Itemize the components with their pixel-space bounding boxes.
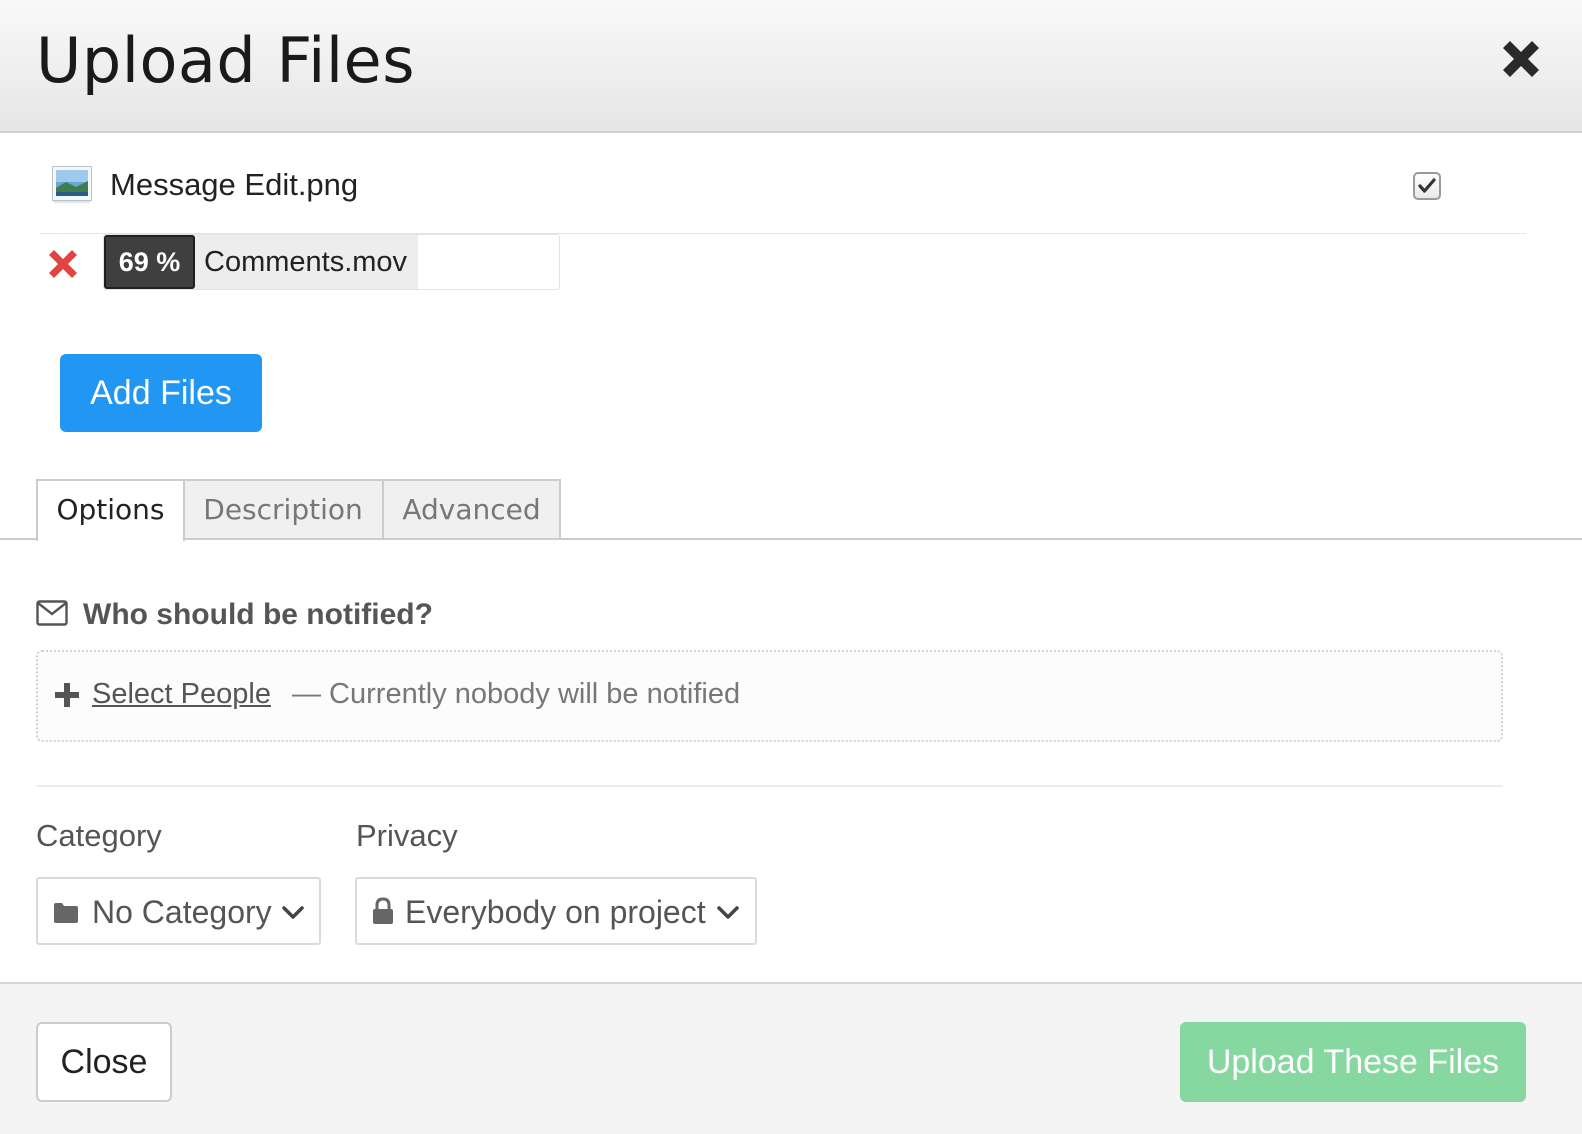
select-people-link[interactable]: Select People bbox=[92, 678, 271, 711]
add-files-button[interactable]: Add Files bbox=[60, 354, 262, 432]
dialog-header: Upload Files bbox=[0, 0, 1582, 133]
envelope-icon bbox=[36, 600, 68, 626]
privacy-selected-value: Everybody on project bbox=[405, 894, 706, 930]
close-button[interactable]: Close bbox=[36, 1022, 172, 1102]
notify-people-box: Select People — Currently nobody will be… bbox=[36, 650, 1503, 742]
dialog-title: Upload Files bbox=[36, 24, 415, 97]
upload-progress-bar: 69 % Comments.mov bbox=[103, 234, 560, 290]
privacy-select[interactable]: Everybody on project bbox=[355, 877, 757, 945]
category-label: Category bbox=[36, 818, 162, 853]
file-checkbox[interactable] bbox=[1413, 172, 1441, 200]
progress-percent-badge: 69 % bbox=[104, 235, 195, 289]
lock-icon bbox=[373, 897, 393, 924]
category-select[interactable]: No Category bbox=[36, 877, 321, 945]
upload-files-dialog: Upload Files Message Edit.png 69 % Comme… bbox=[0, 0, 1582, 1134]
file-row-complete: Message Edit.png bbox=[40, 150, 1526, 234]
plus-icon bbox=[55, 683, 79, 707]
remove-x-icon[interactable] bbox=[46, 247, 80, 281]
notify-status-text: — Currently nobody will be notified bbox=[292, 678, 741, 710]
file-name: Message Edit.png bbox=[110, 167, 359, 202]
tab-description[interactable]: Description bbox=[184, 479, 384, 539]
category-selected-value: No Category bbox=[92, 894, 272, 930]
tab-advanced[interactable]: Advanced bbox=[384, 479, 561, 539]
tab-options[interactable]: Options bbox=[36, 479, 185, 541]
upload-files-button[interactable]: Upload These Files bbox=[1180, 1022, 1526, 1102]
file-row-uploading: 69 % Comments.mov bbox=[40, 234, 580, 290]
privacy-label: Privacy bbox=[356, 818, 458, 853]
close-x-icon[interactable] bbox=[1496, 34, 1546, 84]
file-name: Comments.mov bbox=[204, 246, 408, 278]
section-divider bbox=[36, 785, 1503, 787]
image-file-icon bbox=[52, 166, 92, 204]
chevron-down-icon bbox=[282, 906, 304, 919]
dialog-footer: Close Upload These Files bbox=[0, 982, 1582, 1134]
folder-icon bbox=[54, 903, 78, 923]
notify-label: Who should be notified? bbox=[83, 598, 433, 631]
chevron-down-icon bbox=[717, 906, 739, 919]
tabs-divider bbox=[0, 538, 1582, 540]
